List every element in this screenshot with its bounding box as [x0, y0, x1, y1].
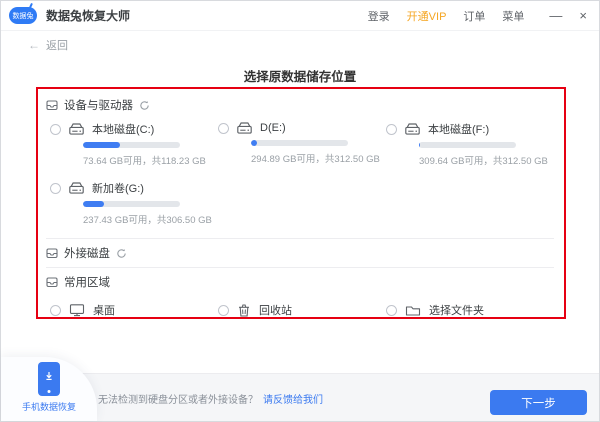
back-button[interactable]: ← 返回: [1, 31, 599, 58]
desktop-icon: [69, 303, 85, 317]
titlebar: 数据兔 数据兔恢复大师 登录 开通VIP 订单 菜单 — ×: [1, 1, 599, 31]
radio-drive-g[interactable]: [50, 182, 61, 194]
phone-panel-label: 手机数据恢复: [21, 402, 76, 412]
drive-section-icon: [46, 247, 58, 259]
menu-link[interactable]: 菜单: [502, 8, 524, 24]
radio-desktop[interactable]: [50, 304, 61, 316]
common-areas-grid: 桌面 回收站 选择文件夹: [46, 294, 554, 318]
common-item-choose-folder[interactable]: 选择文件夹: [386, 302, 554, 318]
section-external-title: 外接磁盘: [64, 248, 110, 260]
app-window: { "colors": { "accent": "#3b7af0", "vip_…: [0, 0, 600, 422]
close-button[interactable]: ×: [579, 8, 587, 23]
common-item-label: 回收站: [259, 305, 292, 317]
radio-drive-c[interactable]: [50, 123, 61, 135]
drive-usage-fill: [419, 142, 420, 148]
radio-choose-folder[interactable]: [386, 304, 397, 316]
login-link[interactable]: 登录: [368, 8, 390, 24]
refresh-icon[interactable]: [116, 248, 127, 259]
feedback-link[interactable]: 请反馈给我们: [263, 395, 323, 406]
drive-section-icon: [46, 276, 58, 288]
titlebar-menu: 登录 开通VIP 订单 菜单 — ×: [368, 8, 587, 24]
common-item-label: 桌面: [93, 305, 115, 317]
hard-drive-icon: [404, 122, 421, 136]
download-arrow-icon: [43, 370, 55, 382]
minimize-button[interactable]: —: [549, 8, 562, 23]
drive-capacity-text: 237.43 GB可用，共306.50 GB: [83, 215, 212, 226]
common-item-label: 选择文件夹: [429, 305, 484, 317]
section-common-title: 常用区域: [64, 277, 110, 289]
drive-usage-bar: [419, 142, 516, 148]
hard-drive-icon: [236, 121, 253, 135]
phone-icon: [38, 362, 60, 396]
back-label: 返回: [46, 39, 68, 52]
app-logo: 数据兔: [9, 7, 37, 24]
drive-usage-bar: [251, 140, 348, 146]
divider: [46, 238, 554, 239]
hard-drive-icon: [68, 181, 85, 195]
drive-item-e[interactable]: D(E:) 294.89 GB可用，共312.50 GB: [218, 121, 386, 167]
app-logo-text: 数据兔: [12, 12, 34, 20]
phone-recovery-panel[interactable]: 手机数据恢复: [1, 357, 97, 421]
drive-capacity-text: 294.89 GB可用，共312.50 GB: [251, 154, 380, 165]
radio-drive-e[interactable]: [218, 122, 229, 134]
drive-usage-bar: [83, 201, 180, 207]
drive-capacity-text: 73.64 GB可用，共118.23 GB: [83, 156, 206, 167]
hint-text: 无法检测到硬盘分区或者外接设备？: [98, 395, 258, 406]
drive-usage-fill: [83, 142, 120, 148]
radio-drive-f[interactable]: [386, 123, 397, 135]
vip-link[interactable]: 开通VIP: [407, 8, 447, 24]
section-external-header: 外接磁盘: [46, 241, 554, 265]
drive-capacity-text: 309.64 GB可用，共312.50 GB: [419, 156, 548, 167]
storage-location-panel: 设备与驱动器 本地磁盘(C:) 73.64 GB可用，共118.23 GB D(…: [36, 87, 566, 319]
next-step-button[interactable]: 下一步: [490, 390, 587, 415]
drive-item-c[interactable]: 本地磁盘(C:) 73.64 GB可用，共118.23 GB: [50, 121, 218, 167]
common-item-desktop[interactable]: 桌面: [50, 302, 218, 318]
divider: [46, 267, 554, 268]
drive-section-icon: [46, 99, 58, 111]
recycle-bin-icon: [237, 303, 251, 318]
drive-name: 新加卷(G:): [92, 183, 144, 195]
section-common-header: 常用区域: [46, 270, 554, 294]
common-item-recycle-bin[interactable]: 回收站: [218, 302, 386, 318]
hard-drive-icon: [68, 122, 85, 136]
drive-name: 本地磁盘(C:): [92, 124, 155, 136]
back-arrow-icon: ←: [28, 37, 40, 52]
drive-item-g[interactable]: 新加卷(G:) 237.43 GB可用，共306.50 GB: [50, 180, 218, 226]
orders-link[interactable]: 订单: [463, 8, 485, 24]
drive-name: 本地磁盘(F:): [428, 124, 490, 136]
page-title: 选择原数据储存位置: [243, 70, 357, 84]
app-title: 数据兔恢复大师: [46, 9, 131, 23]
refresh-icon[interactable]: [139, 100, 150, 111]
drive-usage-fill: [251, 140, 257, 146]
drive-item-f[interactable]: 本地磁盘(F:) 309.64 GB可用，共312.50 GB: [386, 121, 554, 167]
section-devices-header: 设备与驱动器: [46, 93, 554, 117]
footer-hint: 无法检测到硬盘分区或者外接设备？ 请反馈给我们: [98, 391, 323, 406]
drive-usage-bar: [83, 142, 180, 148]
drive-usage-fill: [83, 201, 105, 207]
folder-icon: [405, 304, 421, 317]
drives-grid: 本地磁盘(C:) 73.64 GB可用，共118.23 GB D(E:) 294…: [46, 117, 554, 236]
section-devices-title: 设备与驱动器: [64, 100, 133, 112]
drive-name: D(E:): [260, 122, 286, 134]
radio-recycle-bin[interactable]: [218, 304, 229, 316]
